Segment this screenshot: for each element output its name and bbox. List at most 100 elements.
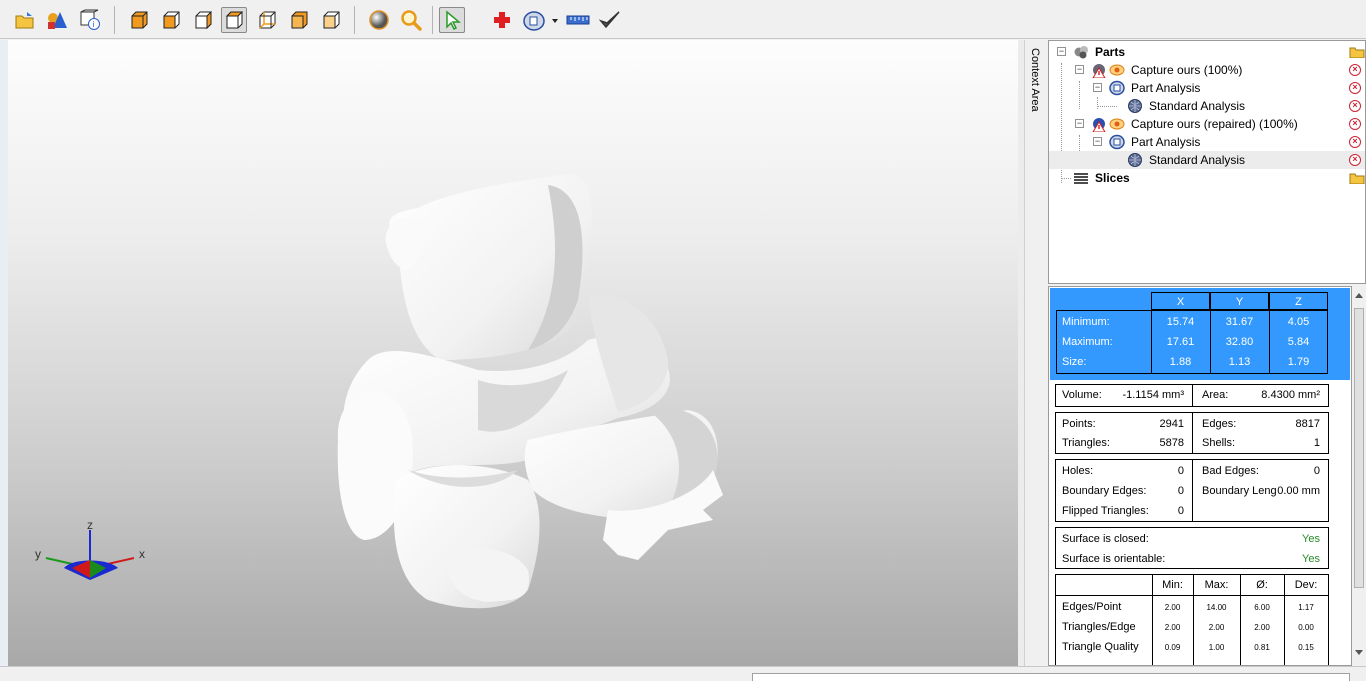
scroll-up-arrow-icon[interactable] (1355, 292, 1363, 298)
parts-tree: − Parts − Capture ours (100%) × − Part A… (1048, 40, 1366, 284)
view-iso-cube-icon[interactable] (126, 7, 152, 33)
visibility-eye-icon[interactable] (1109, 116, 1125, 132)
bbox-max-z: 5.84 (1287, 336, 1310, 348)
collapse-toggle-icon[interactable]: − (1093, 137, 1102, 146)
surface-closed-label: Surface is closed: (1062, 533, 1149, 545)
stats-cell: 0.00 (1298, 623, 1314, 632)
apply-check-icon[interactable] (597, 7, 623, 33)
stats-row-label: Triangles/Edge (1062, 621, 1136, 633)
tree-row-standard-analysis-selected[interactable]: Standard Analysis × (1049, 151, 1365, 169)
triangles-value: 5878 (1159, 437, 1184, 449)
volume-value: -1.1154 mm³ (1122, 389, 1184, 401)
primitives-icon[interactable] (44, 7, 70, 33)
bbox-size-y: 1.13 (1228, 356, 1251, 368)
bbox-row-label: Minimum: (1062, 316, 1110, 328)
collapse-toggle-icon[interactable]: − (1075, 119, 1084, 128)
holes-value: 0 (1177, 465, 1184, 477)
bbox-max-x: 17.61 (1166, 336, 1195, 348)
collapse-toggle-icon[interactable]: − (1075, 65, 1084, 74)
area-label: Area: (1202, 389, 1229, 401)
bbox-max-y: 32.80 (1225, 336, 1254, 348)
shells-label: Shells: (1202, 437, 1236, 449)
view-front-cube-icon[interactable] (158, 7, 184, 33)
visibility-eye-icon[interactable] (1109, 62, 1125, 78)
collapse-toggle-icon[interactable]: − (1093, 83, 1102, 92)
stats-cell: 2.00 (1164, 603, 1181, 612)
surface-orientable-label: Surface is orientable: (1062, 553, 1166, 565)
view-left-cube-icon[interactable] (286, 7, 312, 33)
remove-icon[interactable]: × (1349, 154, 1361, 166)
context-area-label: Context Area (1029, 48, 1041, 112)
analysis-dropdown-icon[interactable] (521, 7, 561, 33)
view-bottom-cube-icon[interactable] (318, 7, 344, 33)
bbox-header-x: X (1151, 292, 1210, 310)
remove-icon[interactable]: × (1349, 100, 1361, 112)
stats-cell: 2.00 (1254, 623, 1270, 632)
stats-row-label: Edges/Point (1062, 601, 1122, 613)
volume-label: Volume: (1062, 389, 1102, 401)
parts-folder-icon[interactable] (1349, 46, 1365, 58)
shaded-sphere-icon[interactable] (366, 7, 392, 33)
bbox-min-z: 4.05 (1287, 316, 1310, 328)
edges-label: Edges: (1202, 418, 1237, 430)
tree-item-label: Part Analysis (1131, 135, 1201, 149)
points-value: 2941 (1159, 418, 1184, 430)
remove-icon[interactable]: × (1349, 82, 1361, 94)
tree-row-part-analysis[interactable]: − Part Analysis × (1049, 133, 1365, 151)
bbox-size-x: 1.88 (1169, 356, 1192, 368)
stats-header-dev: Dev: (1294, 579, 1318, 591)
add-red-cross-icon[interactable] (489, 7, 515, 33)
boundary-length-value: 0.00 mm (1277, 485, 1320, 497)
tree-item-label: Standard Analysis (1149, 153, 1246, 167)
bbox-size-z: 1.79 (1287, 356, 1310, 368)
boundary-edges-value: 0 (1177, 485, 1184, 497)
tree-row-capture-ours-repaired[interactable]: − Capture ours (repaired) (100%) × (1049, 115, 1365, 133)
stats-row-label: Triangle Quality (1062, 641, 1139, 653)
view-right-cube-icon[interactable] (190, 7, 216, 33)
remove-icon[interactable]: × (1349, 118, 1361, 130)
stats-cell: 2.00 (1208, 623, 1225, 632)
scroll-down-arrow-icon[interactable] (1355, 650, 1363, 656)
tree-item-label: Capture ours (repaired) (100%) (1131, 117, 1298, 131)
stats-cell: 2.00 (1164, 623, 1181, 632)
stats-cell: 14.00 (1206, 603, 1227, 612)
view-back-cube-icon[interactable] (254, 7, 280, 33)
zoom-icon[interactable] (398, 7, 424, 33)
3d-viewport[interactable]: z y x (8, 40, 1018, 666)
stats-header-min: Min: (1162, 579, 1183, 591)
part-warning-icon (1092, 64, 1106, 78)
bbox-row-label: Maximum: (1062, 336, 1113, 348)
stats-header-max: Max: (1204, 579, 1229, 591)
collapse-toggle-icon[interactable]: − (1057, 47, 1066, 56)
tree-item-label: Standard Analysis (1149, 99, 1246, 113)
part-info-icon[interactable]: i (77, 7, 103, 33)
tree-row-parts[interactable]: − Parts (1049, 43, 1365, 61)
stats-cell: 0.09 (1164, 643, 1181, 652)
slices-folder-icon[interactable] (1349, 172, 1365, 184)
boundary-edges-label: Boundary Edges: (1062, 485, 1147, 497)
tree-row-standard-analysis[interactable]: Standard Analysis × (1049, 97, 1365, 115)
view-top-cube-icon[interactable] (221, 7, 247, 33)
select-arrow-icon[interactable] (439, 7, 465, 33)
remove-icon[interactable]: × (1349, 64, 1361, 76)
bad-edges-value: 0 (1313, 465, 1320, 477)
tree-row-part-analysis[interactable]: − Part Analysis × (1049, 79, 1365, 97)
bad-edges-label: Bad Edges: (1202, 465, 1259, 477)
standard-analysis-globe-icon (1128, 153, 1142, 167)
stats-cell: 1.00 (1208, 643, 1225, 652)
triangles-label: Triangles: (1062, 437, 1110, 449)
tree-row-capture-ours[interactable]: − Capture ours (100%) × (1049, 61, 1365, 79)
area-value: 8.4300 mm² (1261, 389, 1320, 401)
remove-icon[interactable]: × (1349, 136, 1361, 148)
stats-cell: 1.17 (1298, 603, 1314, 612)
measure-ruler-icon[interactable] (565, 7, 591, 33)
part-analysis-icon (1109, 134, 1125, 150)
scrollbar-thumb[interactable] (1354, 308, 1364, 588)
bounding-box-table: X Y Z Minimum: 15.74 31.67 4.05 Maximum:… (1050, 288, 1350, 380)
main-toolbar: i (0, 0, 1366, 39)
bbox-header-y: Y (1210, 292, 1269, 310)
tree-row-slices[interactable]: Slices (1049, 169, 1365, 187)
surface-orientable-value: Yes (1302, 553, 1320, 565)
context-area-tab[interactable] (1024, 40, 1049, 666)
open-folder-icon[interactable] (12, 7, 38, 33)
